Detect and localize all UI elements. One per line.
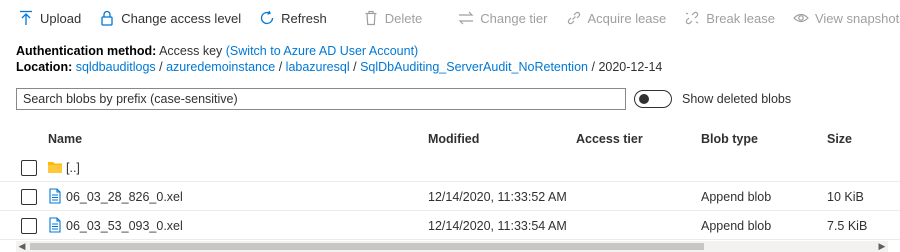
show-deleted-label: Show deleted blobs [682, 92, 792, 106]
row-checkbox[interactable] [21, 160, 37, 176]
toggle-knob [639, 94, 649, 104]
link-icon [566, 10, 582, 26]
column-header-name[interactable]: Name [48, 132, 82, 146]
blob-name[interactable]: 06_03_28_826_0.xel [66, 190, 183, 204]
scroll-right-icon[interactable]: ▶ [876, 241, 888, 252]
trash-icon [363, 10, 379, 26]
blob-modified: 12/14/2020, 11:33:54 AM [428, 219, 567, 233]
swap-arrows-icon [458, 10, 474, 26]
breadcrumb: Location: sqldbauditlogs / azuredemoinst… [16, 60, 662, 74]
scrollbar-thumb[interactable] [30, 243, 704, 250]
command-bar: Upload Change access level Refresh Delet… [0, 0, 900, 36]
row-checkbox[interactable] [21, 218, 37, 234]
row-checkbox[interactable] [21, 189, 37, 205]
view-snapshots-button[interactable]: View snapshots [793, 0, 900, 36]
change-tier-button[interactable]: Change tier [458, 0, 548, 36]
breadcrumb-item[interactable]: sqldbauditlogs [76, 60, 156, 74]
table-row[interactable]: 06_03_28_826_0.xel 12/14/2020, 11:33:52 … [0, 183, 900, 211]
breadcrumb-separator: / [591, 60, 595, 74]
table-row[interactable]: 06_03_53_093_0.xel 12/14/2020, 11:33:54 … [0, 212, 900, 240]
table-row[interactable]: [..] [0, 154, 900, 182]
blob-type: Append blob [701, 219, 772, 233]
blob-name[interactable]: 06_03_53_093_0.xel [66, 219, 183, 233]
auth-label: Authentication method: [16, 44, 157, 58]
blob-modified: 12/14/2020, 11:33:52 AM [428, 190, 567, 204]
file-icon [47, 188, 63, 204]
upload-button[interactable]: Upload [18, 0, 81, 36]
lock-icon [99, 10, 115, 26]
break-lease-button[interactable]: Break lease [684, 0, 775, 36]
breadcrumb-current: 2020-12-14 [598, 60, 663, 74]
upload-icon [18, 10, 34, 26]
search-input[interactable] [16, 88, 626, 110]
authentication-method: Authentication method: Access key (Switc… [16, 44, 418, 58]
switch-auth-link[interactable]: (Switch to Azure AD User Account) [226, 44, 418, 58]
show-deleted-toggle[interactable] [634, 90, 672, 108]
breadcrumb-separator: / [278, 60, 283, 74]
breadcrumb-separator: / [159, 60, 163, 74]
breadcrumb-separator: / [353, 60, 357, 74]
breadcrumb-item[interactable]: labazuresql [286, 60, 350, 74]
change-access-level-button[interactable]: Change access level [99, 0, 241, 36]
breadcrumb-item[interactable]: SqlDbAuditing_ServerAudit_NoRetention [360, 60, 588, 74]
delete-button[interactable]: Delete [363, 0, 422, 36]
refresh-button[interactable]: Refresh [259, 0, 327, 36]
scroll-left-icon[interactable]: ◀ [16, 241, 28, 252]
refresh-icon [259, 10, 275, 26]
acquire-lease-button[interactable]: Acquire lease [566, 0, 666, 36]
blob-type: Append blob [701, 190, 772, 204]
column-header-blob-type[interactable]: Blob type [701, 132, 758, 146]
location-label: Location: [16, 60, 73, 74]
broken-link-icon [684, 10, 700, 26]
auth-value: Access key [159, 44, 223, 58]
file-icon [47, 217, 63, 233]
blob-name[interactable]: [..] [66, 161, 80, 175]
horizontal-scrollbar[interactable]: ◀ ▶ [16, 241, 888, 252]
blob-size: 10 KiB [827, 190, 864, 204]
table-header: Name Modified Access tier Blob type Size [0, 124, 900, 154]
column-header-modified[interactable]: Modified [428, 132, 479, 146]
column-header-access-tier[interactable]: Access tier [576, 132, 643, 146]
column-header-size[interactable]: Size [827, 132, 852, 146]
breadcrumb-item[interactable]: azuredemoinstance [166, 60, 275, 74]
folder-icon [47, 159, 63, 175]
blob-size: 7.5 KiB [827, 219, 868, 233]
eye-icon [793, 10, 809, 26]
